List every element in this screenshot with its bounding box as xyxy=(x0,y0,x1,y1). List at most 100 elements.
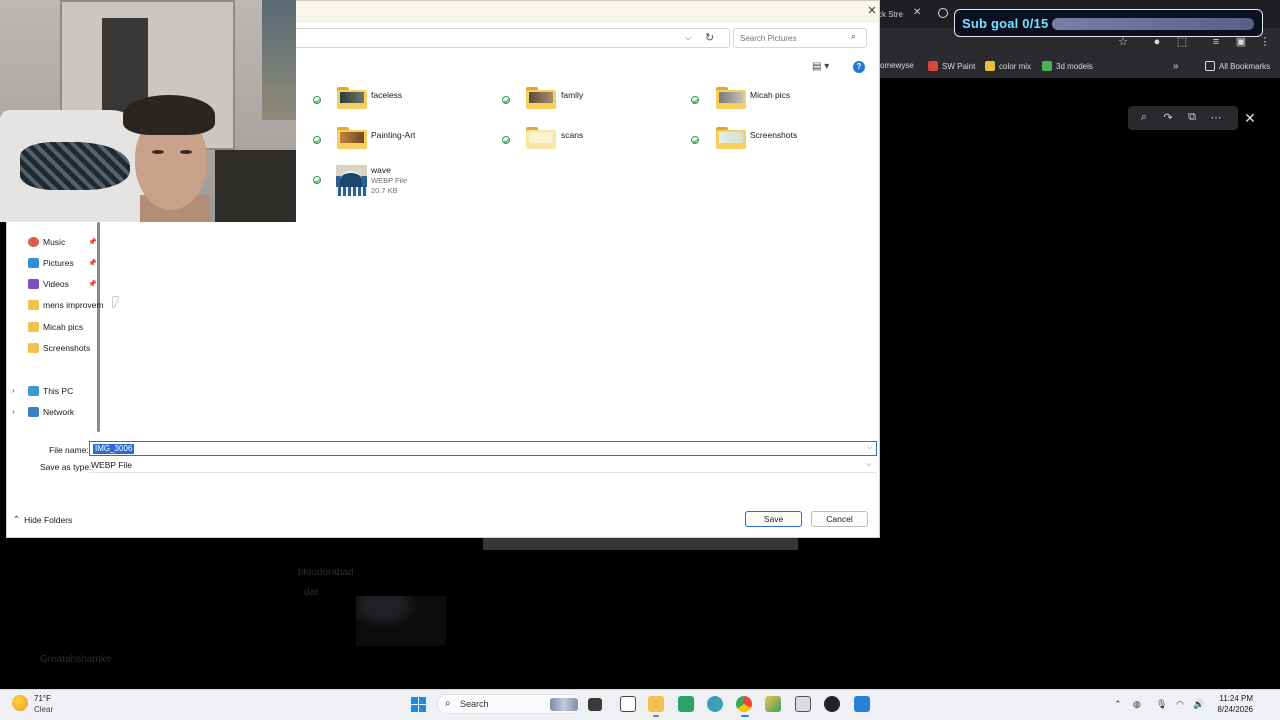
address-bar[interactable] xyxy=(290,28,730,48)
folder-label[interactable]: Micah pics xyxy=(750,90,790,100)
app-icon[interactable] xyxy=(765,696,781,712)
task-view-icon[interactable] xyxy=(588,698,602,711)
file-name-input[interactable]: IMG_3006 ⌵ xyxy=(89,441,877,456)
nav-item-this-pc[interactable]: This PC xyxy=(28,383,73,399)
search-icon[interactable]: ⌕ xyxy=(851,31,856,42)
chevron-down-icon[interactable]: ⌵ xyxy=(866,461,871,469)
folder-label[interactable]: Screenshots xyxy=(750,130,797,140)
nav-item-screenshots[interactable]: Screenshots xyxy=(28,340,90,356)
palette-icon xyxy=(985,61,995,71)
chevron-down-icon[interactable]: ⌵ xyxy=(867,444,872,452)
folder-icon xyxy=(28,300,39,310)
notes-app-icon[interactable] xyxy=(678,696,694,712)
folder-icon[interactable] xyxy=(526,87,556,109)
calculator-icon[interactable] xyxy=(795,696,811,712)
tray-overflow-icon[interactable]: ⌃ xyxy=(1114,699,1122,710)
start-button[interactable] xyxy=(411,697,426,712)
viewer-close-icon[interactable]: ✕ xyxy=(1240,108,1260,128)
bookmark-3[interactable]: 3d models xyxy=(1042,61,1093,71)
save-button[interactable]: Save xyxy=(745,511,802,527)
photos-icon[interactable] xyxy=(854,696,870,712)
nav-item-micah-pics[interactable]: Micah pics xyxy=(28,319,83,335)
nav-item-pictures[interactable]: Pictures xyxy=(28,255,74,271)
tab-favicon-icon[interactable] xyxy=(938,8,948,18)
menu-icon[interactable]: ⋮ xyxy=(1259,36,1271,48)
file-label[interactable]: wave xyxy=(371,165,391,175)
obs-icon[interactable] xyxy=(824,696,840,712)
star-icon[interactable]: ☆ xyxy=(1117,36,1129,48)
pin-icon[interactable]: 📌 xyxy=(88,280,97,288)
tray-app-icon[interactable]: ◍ xyxy=(1133,699,1141,710)
sync-status-icon xyxy=(502,136,510,144)
globe-app-icon[interactable] xyxy=(707,696,723,712)
cancel-button[interactable]: Cancel xyxy=(811,511,868,527)
folder-icon[interactable] xyxy=(337,87,367,109)
bookmark-label: SW Paint xyxy=(942,61,976,71)
nav-item-label: Videos xyxy=(43,279,69,289)
help-icon[interactable]: ? xyxy=(853,61,865,73)
expand-chevron-icon[interactable]: › xyxy=(12,386,15,395)
pin-icon[interactable]: 📌 xyxy=(88,259,97,267)
network-icon xyxy=(28,407,39,417)
folder-label[interactable]: scans xyxy=(561,130,583,140)
bookmark-0[interactable]: omewyse xyxy=(880,61,914,70)
tab-close-icon[interactable]: ✕ xyxy=(913,7,921,18)
bookmark-1[interactable]: SW Paint xyxy=(928,61,975,71)
nav-scrollbar[interactable] xyxy=(97,222,100,432)
microphone-icon[interactable]: 🎙 xyxy=(1156,699,1167,710)
sub-goal-progress-bar xyxy=(1052,18,1254,30)
folder-icon[interactable] xyxy=(526,127,556,149)
file-size: 20.7 KB xyxy=(371,186,398,195)
zoom-icon[interactable]: ⌕ xyxy=(1137,111,1151,124)
nav-item-videos[interactable]: Videos xyxy=(28,276,69,292)
dialog-close-icon[interactable]: ✕ xyxy=(865,4,879,18)
view-options-icon[interactable]: ▤ ▾ xyxy=(812,61,829,72)
share-icon[interactable]: ↷ xyxy=(1161,111,1175,124)
clock-time[interactable]: 11:24 PM xyxy=(1213,694,1253,703)
notepad-icon[interactable] xyxy=(620,696,636,712)
weather-moon-icon[interactable] xyxy=(12,695,28,711)
volume-icon[interactable]: 🔊 xyxy=(1193,699,1204,710)
profile-icon[interactable]: ▣ xyxy=(1235,36,1247,48)
extension-icon[interactable]: ● xyxy=(1151,36,1163,48)
open-external-icon[interactable]: ⧉ xyxy=(1185,111,1199,124)
browser-tab[interactable]: ck Stre xyxy=(878,6,903,22)
clock-date[interactable]: 8/24/2026 xyxy=(1207,705,1253,714)
folder-icon[interactable] xyxy=(716,127,746,149)
folder-icon[interactable] xyxy=(716,87,746,109)
nav-item-network[interactable]: Network xyxy=(28,404,74,420)
image-thumbnail[interactable] xyxy=(336,165,367,196)
webcam-overlay xyxy=(0,0,296,222)
file-explorer-icon[interactable] xyxy=(648,696,664,712)
refresh-icon[interactable]: ↻ xyxy=(705,31,714,44)
expand-chevron-icon[interactable]: › xyxy=(12,407,15,416)
weather-temp[interactable]: 71°F xyxy=(34,694,51,703)
puzzle-icon[interactable]: ⬚ xyxy=(1176,36,1188,48)
folder-label[interactable]: faceless xyxy=(371,90,402,100)
chevron-down-icon[interactable]: ⌵ xyxy=(685,33,691,43)
nav-item-music[interactable]: Music xyxy=(28,234,65,250)
save-type-select[interactable]: WEBP File ⌵ xyxy=(89,459,877,473)
search-box[interactable]: ⌕ xyxy=(733,28,867,48)
bookmark-2[interactable]: color mix xyxy=(985,61,1031,71)
more-icon[interactable]: ⋯ xyxy=(1209,111,1223,124)
all-bookmarks[interactable]: All Bookmarks xyxy=(1205,61,1270,71)
active-indicator xyxy=(741,715,749,717)
folder-label[interactable]: Painting-Art xyxy=(371,130,415,140)
weather-condition[interactable]: Clear xyxy=(34,705,53,714)
nav-item-mens-improvement[interactable]: mens improvem xyxy=(28,297,103,313)
bookmarks-overflow-icon[interactable]: » xyxy=(1173,61,1179,72)
file-name-value[interactable]: IMG_3006 xyxy=(93,444,135,454)
folder-label[interactable]: family xyxy=(561,90,583,100)
hide-folders-button[interactable]: ⌃ Hide Folders xyxy=(13,514,72,525)
search-input[interactable] xyxy=(740,32,848,44)
sub-goal-label: Sub goal 0/15 xyxy=(962,15,1049,31)
pin-icon[interactable]: 📌 xyxy=(88,238,97,246)
sync-status-icon xyxy=(691,136,699,144)
folder-icon xyxy=(28,343,39,353)
taskbar-search[interactable]: ⌕ Search xyxy=(437,694,581,714)
wifi-icon[interactable]: ◠ xyxy=(1176,699,1184,710)
folder-icon[interactable] xyxy=(337,127,367,149)
chrome-icon[interactable] xyxy=(736,696,752,712)
media-icon[interactable]: ≡ xyxy=(1210,36,1222,48)
